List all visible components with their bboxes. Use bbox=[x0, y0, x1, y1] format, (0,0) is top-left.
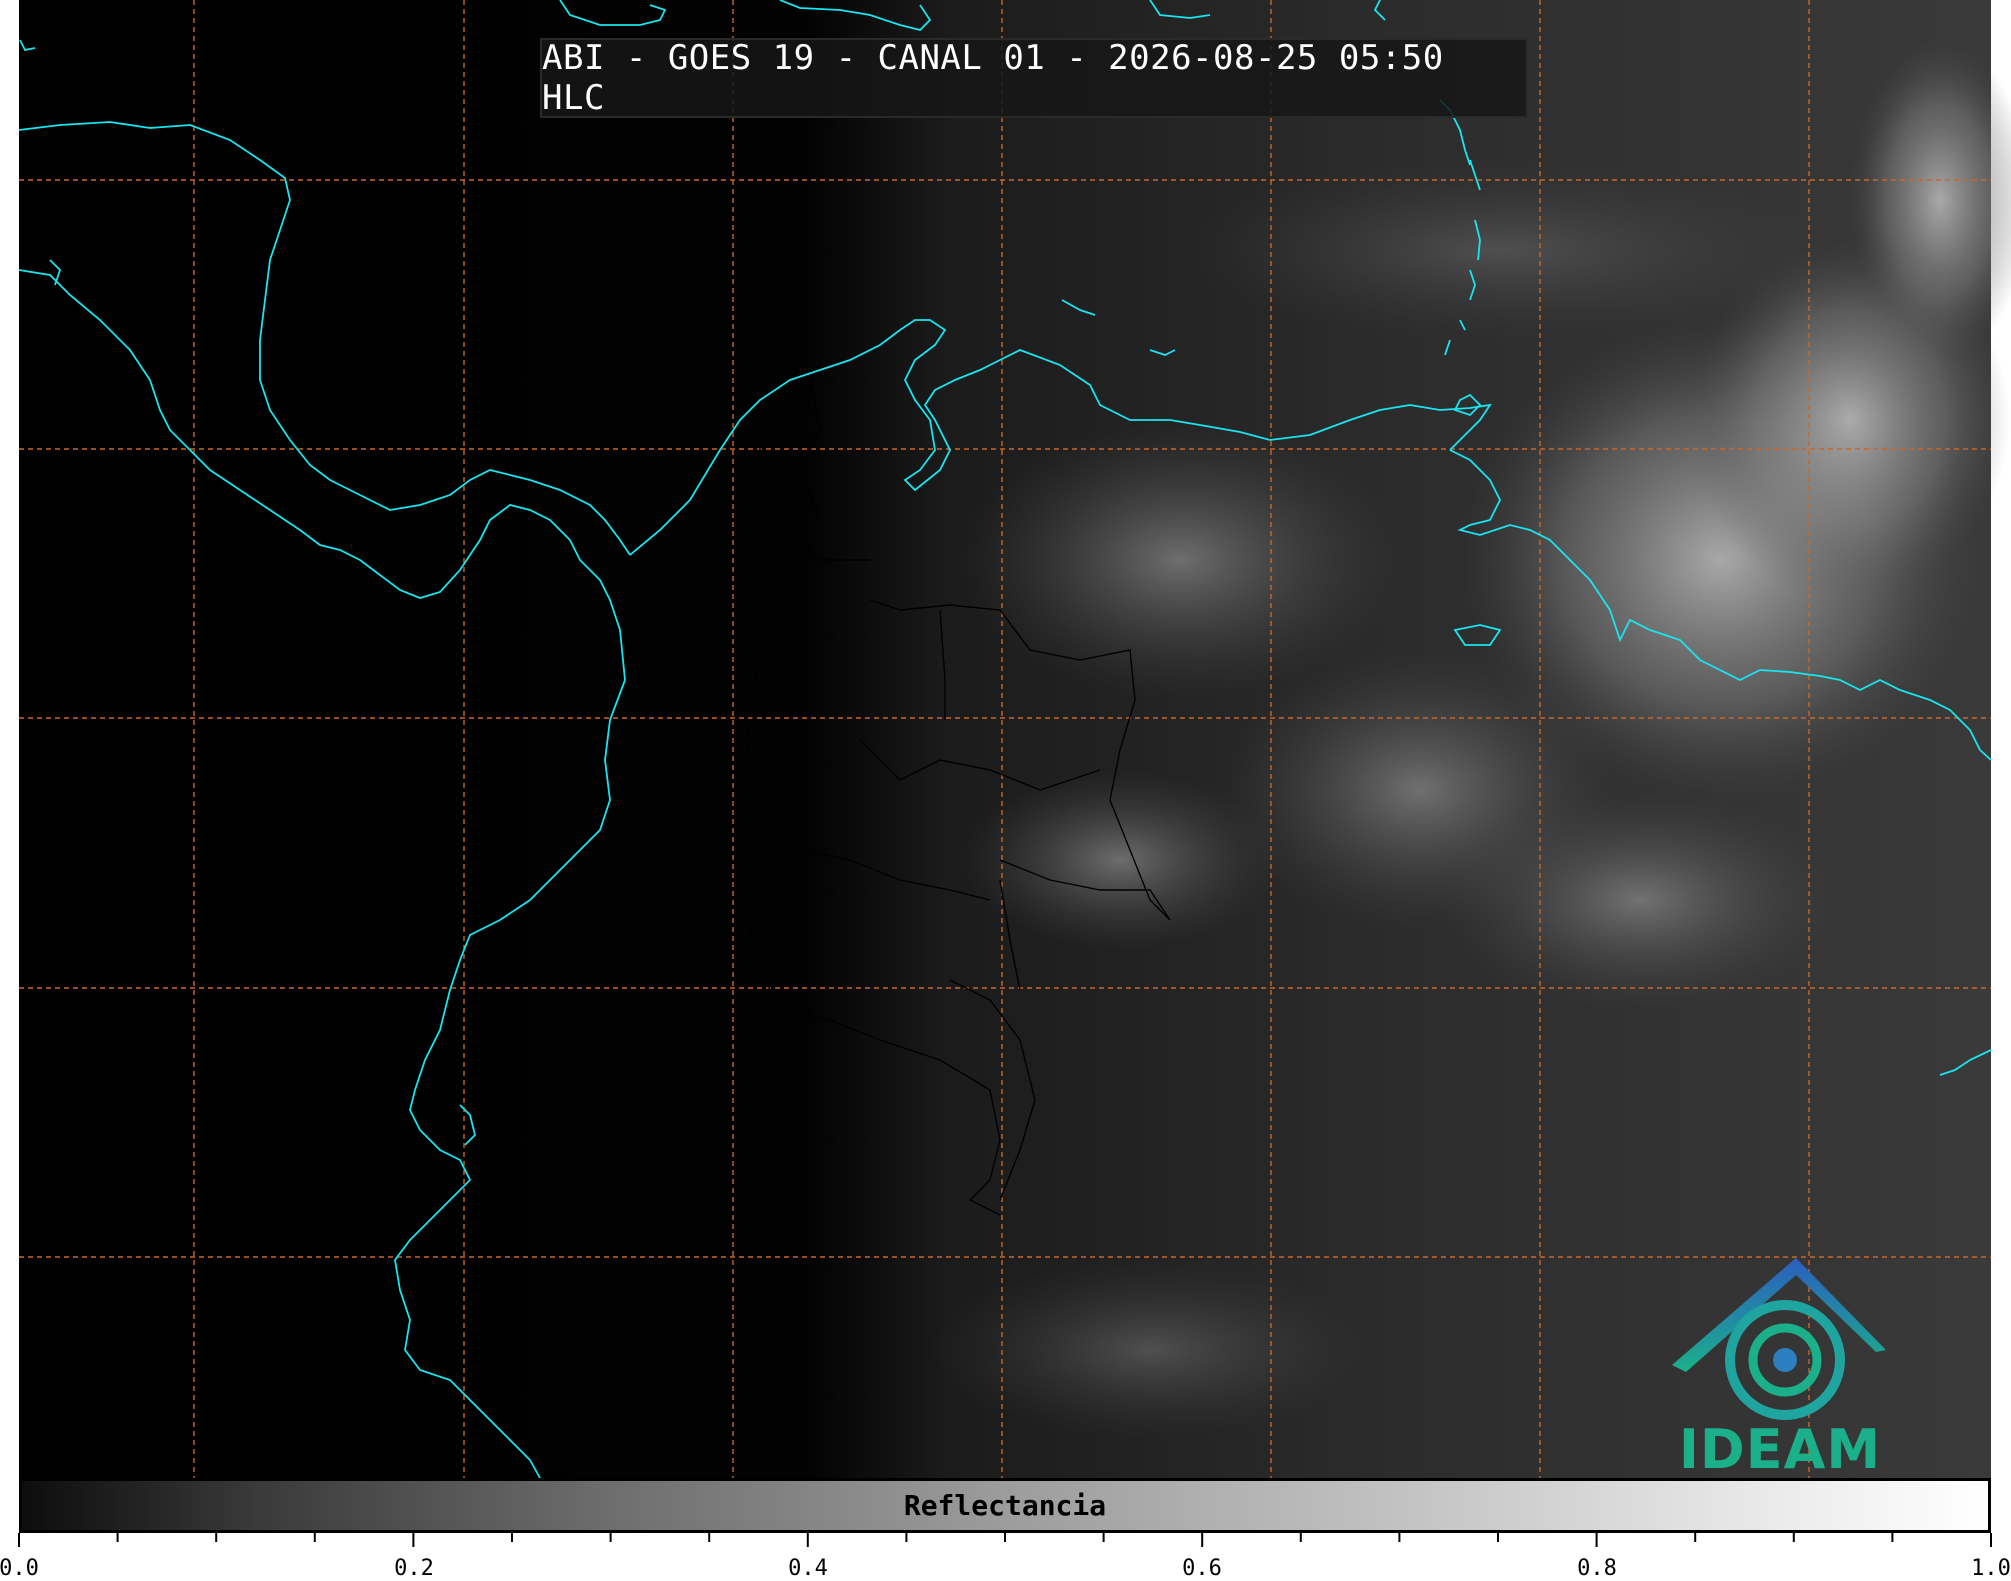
colorbar-ticks bbox=[18, 1533, 1992, 1547]
colorbar-tick-label: 0.6 bbox=[1182, 1556, 1222, 1581]
colorbar-tick-label: 0.0 bbox=[0, 1556, 39, 1581]
colorbar-tick-label: 0.4 bbox=[788, 1556, 828, 1581]
satellite-map bbox=[18, 0, 2011, 1479]
colorbar-tick-label: 0.8 bbox=[1577, 1556, 1617, 1581]
ideam-logo-text: IDEAM bbox=[1678, 1418, 1882, 1481]
reflectance-colorbar: Reflectancia bbox=[19, 1478, 1991, 1533]
colorbar-label: Reflectancia bbox=[903, 1489, 1107, 1522]
colorbar-tick-label: 0.2 bbox=[394, 1556, 434, 1581]
colorbar-tick-label: 1.0 bbox=[1971, 1556, 2011, 1581]
map-title: ABI - GOES 19 - CANAL 01 - 2026-08-25 05… bbox=[540, 38, 1528, 118]
